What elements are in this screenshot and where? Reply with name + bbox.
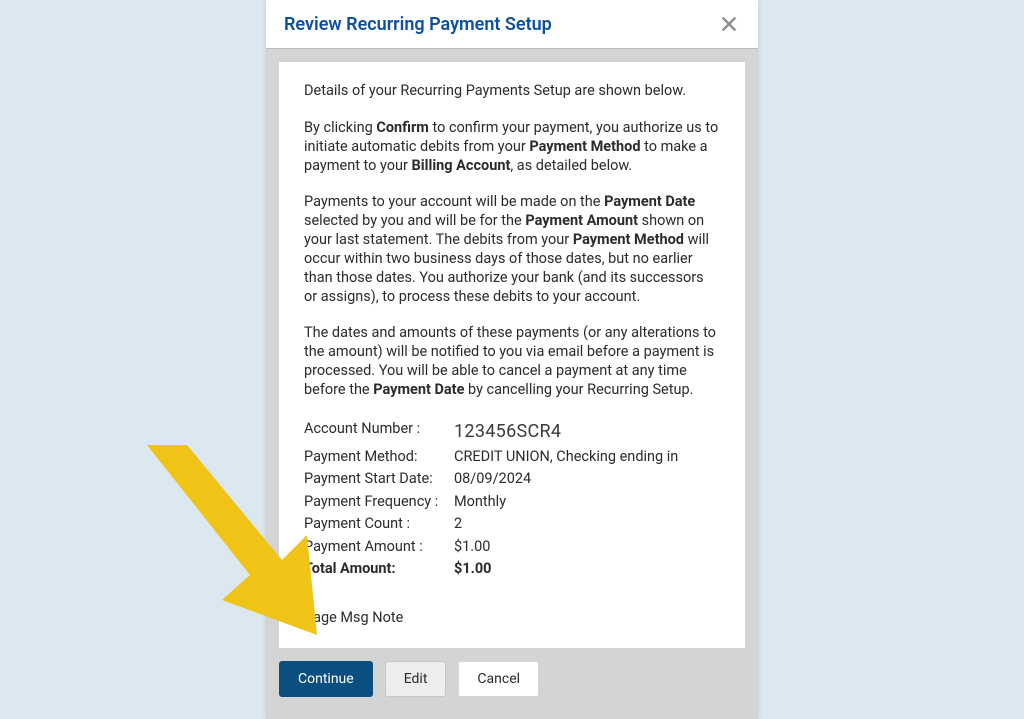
modal-body: Details of your Recurring Payments Setup… <box>279 62 745 648</box>
detail-label: Account Number : <box>304 418 454 446</box>
modal-title: Review Recurring Payment Setup <box>284 14 552 35</box>
page-note: Page Msg Note <box>304 609 720 626</box>
detail-value: Monthly <box>454 491 720 513</box>
review-payment-modal: Review Recurring Payment Setup Details o… <box>266 0 758 719</box>
detail-label: Payment Amount : <box>304 536 454 558</box>
detail-total: Total Amount: $1.00 <box>304 558 720 580</box>
modal-footer: Continue Edit Cancel <box>266 661 758 719</box>
detail-count: Payment Count : 2 <box>304 513 720 535</box>
detail-value: CREDIT UNION, Checking ending in <box>454 446 720 468</box>
detail-value: 2 <box>454 513 720 535</box>
intro-text: Details of your Recurring Payments Setup… <box>304 82 720 101</box>
close-icon[interactable] <box>718 13 740 35</box>
detail-label: Payment Start Date: <box>304 468 454 490</box>
payment-details: Account Number : 123456SCR4 Payment Meth… <box>304 418 720 581</box>
cancel-button[interactable]: Cancel <box>458 661 539 697</box>
detail-account-number: Account Number : 123456SCR4 <box>304 418 720 446</box>
continue-button[interactable]: Continue <box>279 661 373 697</box>
detail-amount: Payment Amount : $1.00 <box>304 536 720 558</box>
modal-header: Review Recurring Payment Setup <box>266 0 758 49</box>
edit-button[interactable]: Edit <box>385 661 447 697</box>
detail-payment-method: Payment Method: CREDIT UNION, Checking e… <box>304 446 720 468</box>
authorization-paragraph-1: By clicking Confirm to confirm your paym… <box>304 119 720 176</box>
detail-label: Total Amount: <box>304 558 454 580</box>
detail-value: 08/09/2024 <box>454 468 720 490</box>
authorization-paragraph-2: Payments to your account will be made on… <box>304 193 720 306</box>
detail-label: Payment Method: <box>304 446 454 468</box>
detail-frequency: Payment Frequency : Monthly <box>304 491 720 513</box>
detail-label: Payment Count : <box>304 513 454 535</box>
detail-value: $1.00 <box>454 536 720 558</box>
authorization-paragraph-3: The dates and amounts of these payments … <box>304 324 720 399</box>
detail-value: $1.00 <box>454 558 720 580</box>
detail-label: Payment Frequency : <box>304 491 454 513</box>
detail-start-date: Payment Start Date: 08/09/2024 <box>304 468 720 490</box>
detail-value: 123456SCR4 <box>454 418 720 446</box>
